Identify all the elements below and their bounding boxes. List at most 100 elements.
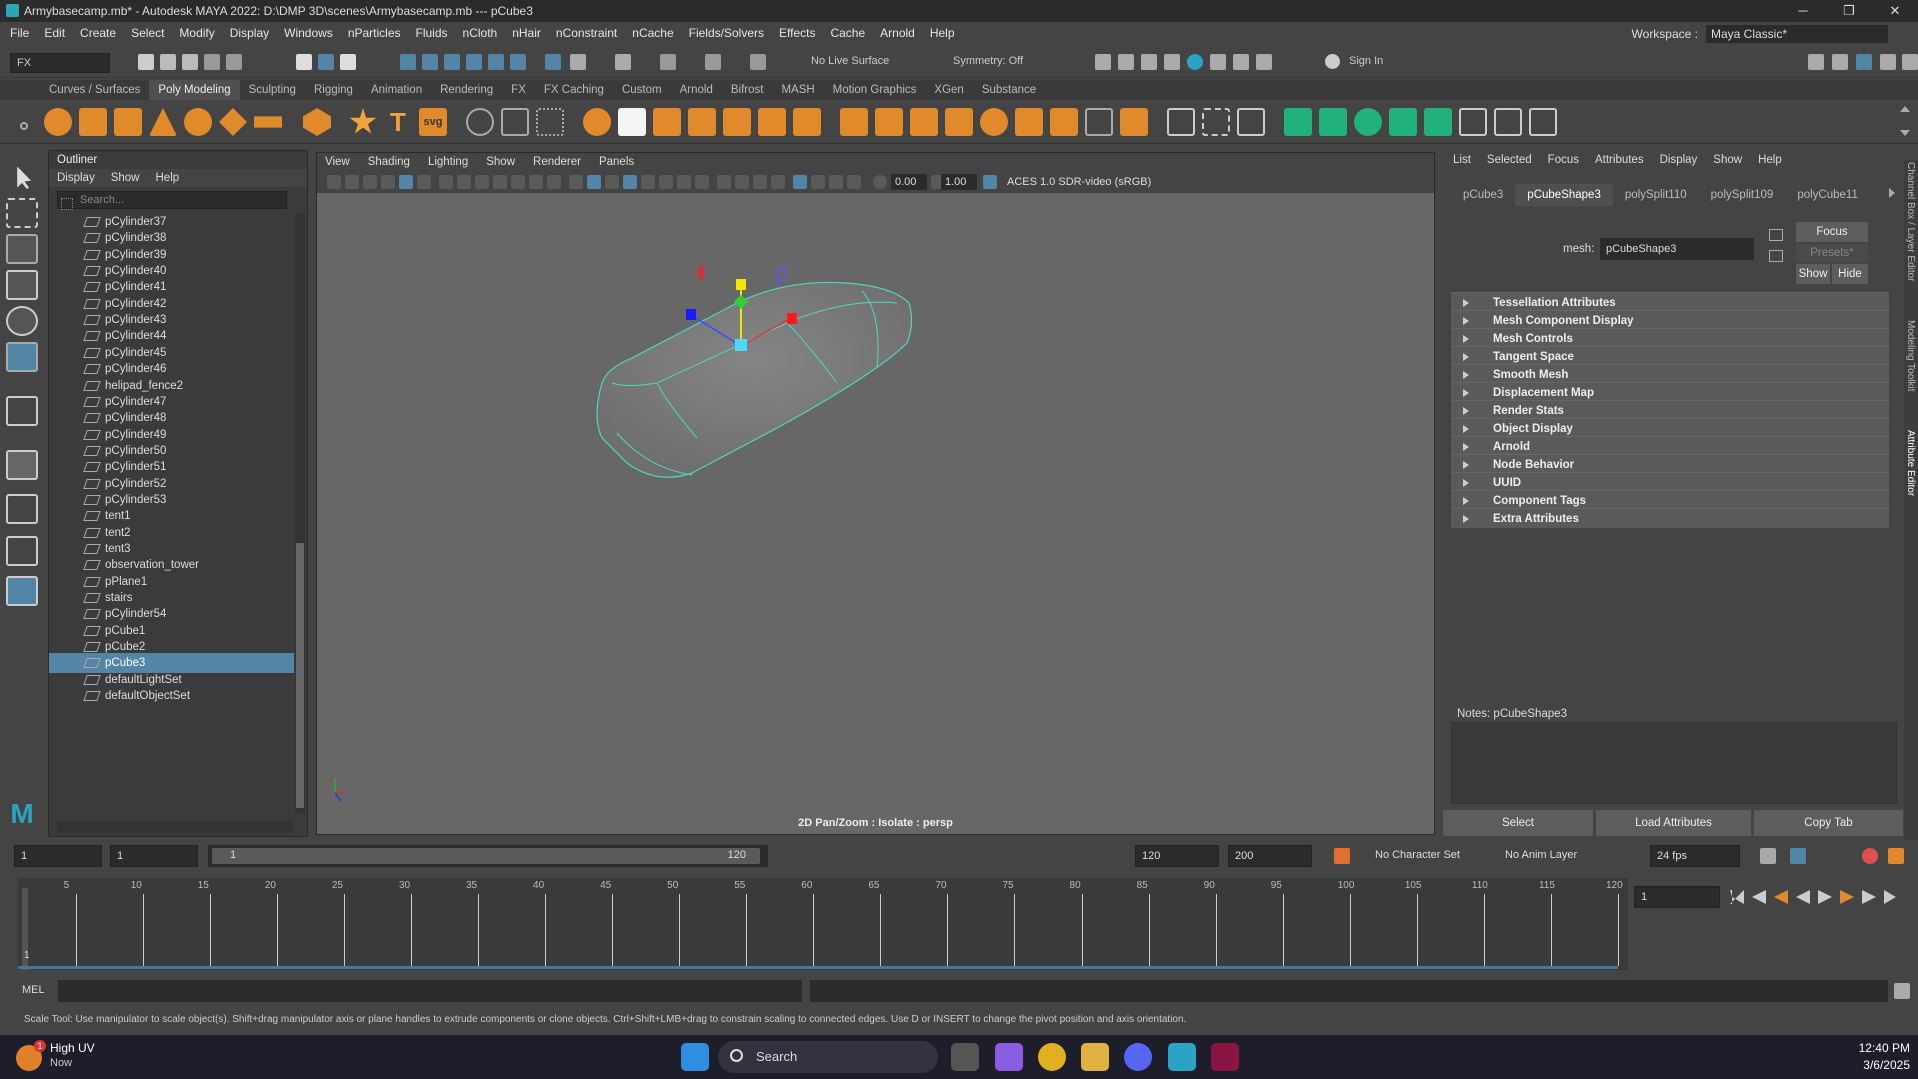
camera-attributes-icon[interactable] (345, 175, 359, 189)
redo-icon[interactable] (226, 54, 242, 70)
multi-cut-icon[interactable] (1085, 108, 1113, 136)
expand-arrow-icon[interactable] (1463, 371, 1469, 379)
pause-icon[interactable] (1256, 54, 1272, 70)
wireframe-icon[interactable] (569, 175, 583, 189)
poly-cylinder-icon[interactable] (114, 108, 142, 136)
outliner-hscrollbar[interactable] (57, 821, 293, 833)
channel-box-tab[interactable]: Channel Box / Layer Editor (1905, 162, 1916, 302)
colorspace-dropdown[interactable]: ACES 1.0 SDR-video (sRGB) (1001, 174, 1175, 190)
select-button[interactable]: Select (1443, 810, 1593, 836)
expand-arrow-icon[interactable] (1463, 497, 1469, 505)
playback-start-field[interactable]: 1 (110, 845, 198, 867)
outliner-menu-display[interactable]: Display (57, 172, 95, 184)
image-plane-icon[interactable] (381, 175, 395, 189)
smooth-icon[interactable] (688, 108, 716, 136)
shelf-tab-animation[interactable]: Animation (362, 80, 431, 100)
fps-dropdown[interactable]: 24 fps (1650, 845, 1740, 867)
section-tangent-space[interactable]: Tangent Space (1451, 346, 1889, 366)
shelf-tab-substance[interactable]: Substance (973, 80, 1045, 100)
poke-icon[interactable] (1050, 108, 1078, 136)
insert-edge-loop-icon[interactable] (1202, 108, 1230, 136)
connect-icon[interactable] (1167, 108, 1195, 136)
menu-fields-solvers[interactable]: Fields/Solvers (689, 26, 764, 40)
mel-command-input[interactable] (58, 980, 802, 1002)
separate-icon[interactable] (618, 108, 646, 136)
character-set-dropdown[interactable]: No Character Set (1375, 849, 1460, 861)
menu-edit[interactable]: Edit (44, 26, 65, 40)
menu-cache[interactable]: Cache (830, 26, 865, 40)
shelf-tab-rendering[interactable]: Rendering (431, 80, 502, 100)
depth-of-field-icon[interactable] (753, 175, 767, 189)
new-scene-icon[interactable] (138, 54, 154, 70)
file-explorer-icon[interactable] (1081, 1043, 1109, 1071)
snap-surface-icon[interactable] (466, 54, 482, 70)
tab-polycube11[interactable]: polyCube11 (1785, 184, 1870, 206)
move-tool-icon[interactable] (6, 270, 38, 300)
tool-settings-icon[interactable] (1880, 54, 1896, 70)
expand-arrow-icon[interactable] (1463, 317, 1469, 325)
spherical-map-icon[interactable] (1389, 108, 1417, 136)
copy-tab-button[interactable]: Copy Tab (1754, 810, 1903, 836)
target-weld-icon[interactable] (1120, 108, 1148, 136)
paint-select-tool-icon[interactable] (6, 234, 38, 264)
section-mesh-controls[interactable]: Mesh Controls (1451, 328, 1889, 348)
type-tool-icon[interactable]: T (384, 108, 412, 136)
presets-button[interactable]: Presets* (1796, 244, 1868, 262)
show-button[interactable]: Show (1796, 264, 1830, 284)
attribute-menu-selected[interactable]: Selected (1487, 154, 1532, 166)
shelf-tab-xgen[interactable]: XGen (925, 80, 972, 100)
section-object-display[interactable]: Object Display (1451, 418, 1889, 438)
menu-ncloth[interactable]: nCloth (463, 26, 498, 40)
modeling-toolkit-tab[interactable]: Modeling Toolkit (1905, 320, 1916, 420)
shelf-scroll-down-icon[interactable] (1900, 130, 1910, 136)
expand-arrow-icon[interactable] (1463, 353, 1469, 361)
input-output-icon[interactable] (545, 54, 561, 70)
windows-start-icon[interactable] (681, 1043, 709, 1071)
section-node-behavior[interactable]: Node Behavior (1451, 454, 1889, 474)
menu-fluids[interactable]: Fluids (416, 26, 448, 40)
mesh-display-icon[interactable] (501, 108, 529, 136)
safe-title-icon[interactable] (547, 175, 561, 189)
isolate-select-icon[interactable] (793, 175, 807, 189)
close-icon[interactable]: ✕ (1872, 0, 1918, 22)
shelf-tab-sculpting[interactable]: Sculpting (240, 80, 305, 100)
step-back-frame-icon[interactable] (1774, 890, 1788, 904)
textured-icon[interactable] (641, 175, 655, 189)
scrollbar-thumb[interactable] (296, 543, 304, 808)
extrude-icon[interactable] (840, 108, 868, 136)
menu-nparticles[interactable]: nParticles (348, 26, 401, 40)
safe-action-icon[interactable] (529, 175, 543, 189)
select-camera-icon[interactable] (327, 175, 341, 189)
section-displacement-map[interactable]: Displacement Map (1451, 382, 1889, 402)
sign-in-button[interactable]: Sign In (1343, 52, 1443, 72)
taskbar-search-box[interactable]: Search (718, 1041, 938, 1073)
snap-grid-icon[interactable] (400, 54, 416, 70)
mel-label[interactable]: MEL (22, 984, 45, 996)
lock-icon[interactable] (570, 54, 586, 70)
rotate-tool-icon[interactable] (6, 306, 38, 336)
field-chart-icon[interactable] (511, 175, 525, 189)
menu-display[interactable]: Display (230, 26, 269, 40)
substance-icon[interactable] (1211, 1043, 1239, 1071)
platonic-solid-icon[interactable] (303, 108, 331, 136)
single-perspective-layout-icon[interactable] (6, 450, 38, 480)
snapshot-icon[interactable] (1233, 54, 1249, 70)
time-slider[interactable]: 5 10 15 20 25 30 35 40 45 50 55 60 65 70 75 80 85 90 95 100… (18, 878, 1628, 970)
xray-active-icon[interactable] (829, 175, 843, 189)
menu-select[interactable]: Select (131, 26, 164, 40)
attribute-menu-list[interactable]: List (1453, 154, 1471, 166)
shelf-tab-mash[interactable]: MASH (772, 80, 823, 100)
ipr-render-icon[interactable] (705, 54, 721, 70)
step-forward-frame-icon[interactable] (1840, 890, 1854, 904)
discord-icon[interactable] (1124, 1043, 1152, 1071)
live-surface-field[interactable]: No Live Surface (805, 52, 915, 72)
anim-layer-dropdown[interactable]: No Anim Layer (1505, 849, 1577, 861)
focus-button[interactable]: Focus (1796, 222, 1868, 242)
menu-ncache[interactable]: nCache (632, 26, 673, 40)
history-icon[interactable] (615, 54, 631, 70)
render-current-icon[interactable] (660, 54, 676, 70)
combine-icon[interactable] (583, 108, 611, 136)
fill-hole-icon[interactable] (945, 108, 973, 136)
grid-icon[interactable] (439, 175, 453, 189)
append-polygon-icon[interactable] (980, 108, 1008, 136)
